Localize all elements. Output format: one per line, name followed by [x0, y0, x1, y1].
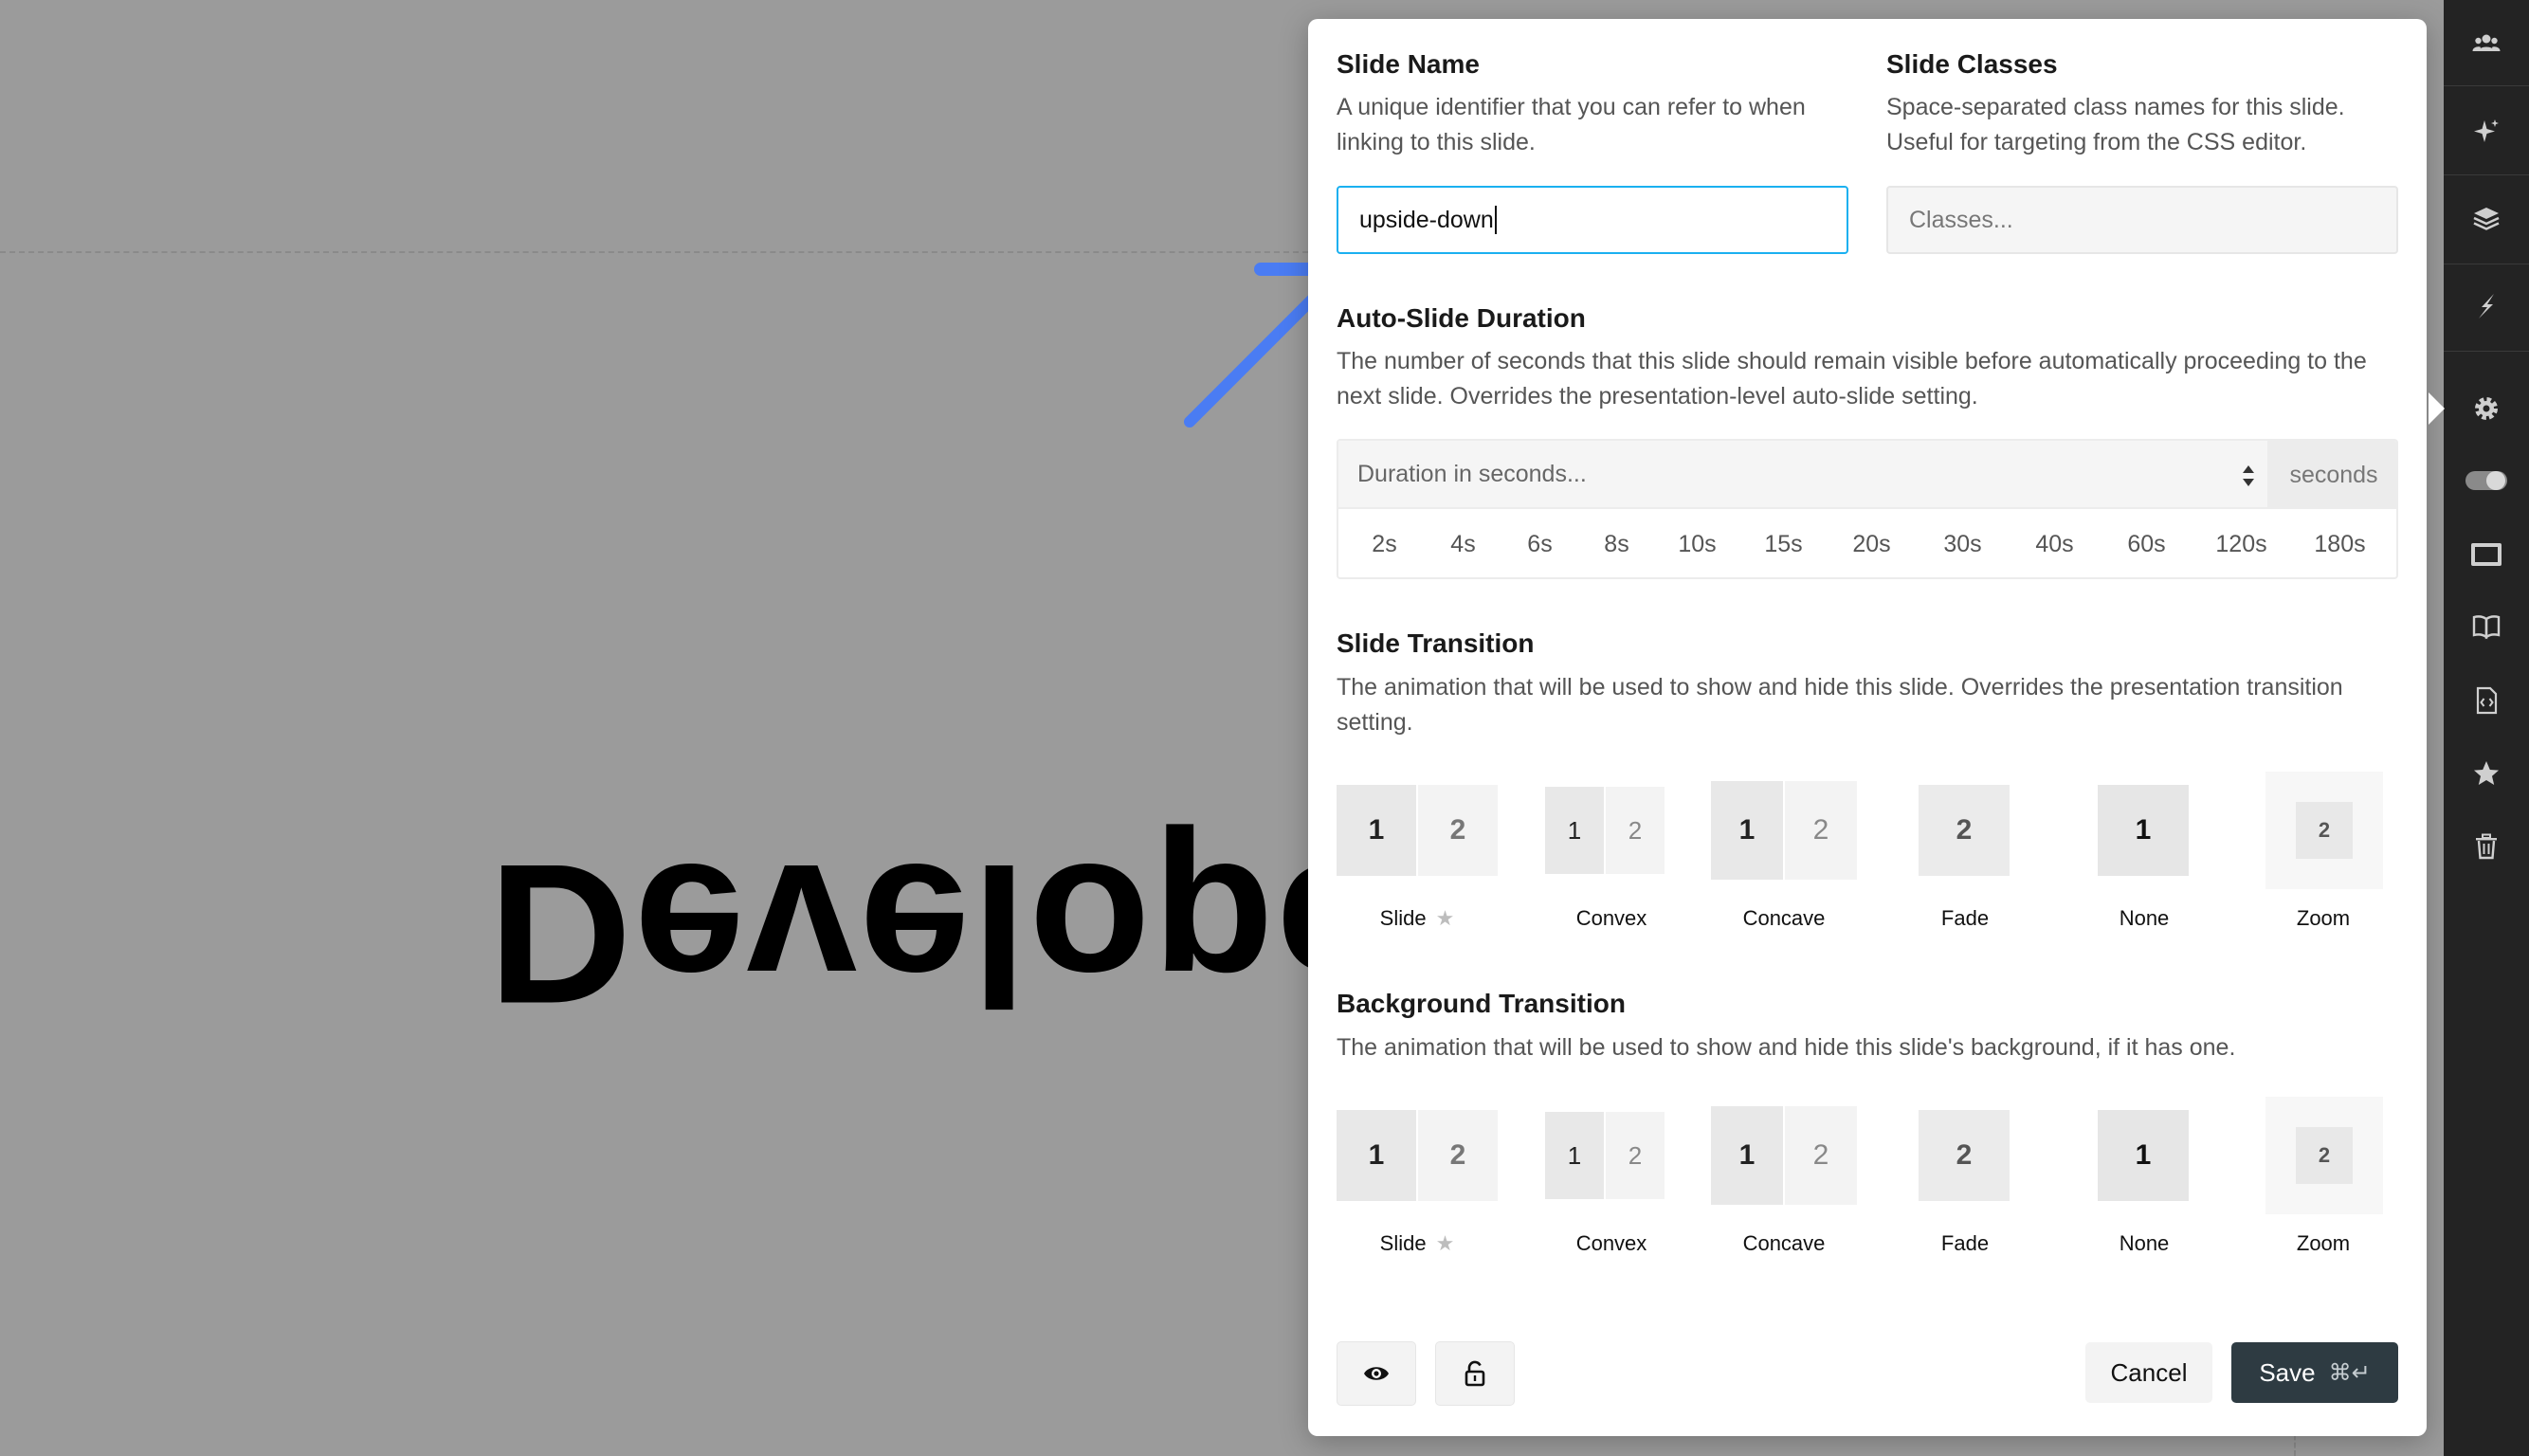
tile-pane-1: 1: [1711, 781, 1783, 880]
slide-transition-description: The animation that will be used to show …: [1337, 674, 2343, 736]
save-button[interactable]: Save ⌘↵: [2231, 1342, 2398, 1403]
background-transition-option-zoom[interactable]: 2 Zoom: [2243, 1097, 2404, 1271]
star-icon[interactable]: [2444, 744, 2529, 803]
tile-pane-2: 2: [1418, 1110, 1498, 1201]
option-label: Convex: [1575, 906, 1647, 930]
option-label: Concave: [1742, 906, 1826, 930]
option-label: Slide ★: [1379, 906, 1455, 930]
tile-pane-1: 1: [2098, 785, 2189, 876]
text-caret: [1494, 206, 1497, 234]
background-transition-option-concave[interactable]: 1 2 Concave: [1711, 1106, 1872, 1271]
tile-pane-1: 1: [1711, 1106, 1783, 1205]
trash-icon[interactable]: [2444, 817, 2529, 876]
layers-icon[interactable]: [2444, 190, 2529, 248]
cancel-button[interactable]: Cancel: [2085, 1342, 2212, 1403]
preset-15s[interactable]: 15s: [1738, 509, 1829, 577]
option-label: Concave: [1742, 1231, 1826, 1255]
background-transition-option-slide[interactable]: 1 2 Slide ★: [1337, 1110, 1498, 1271]
tile-pane-1: 1: [1337, 785, 1416, 876]
slide-transition-option-zoom[interactable]: 2 Zoom: [2243, 772, 2404, 946]
auto-slide-description: The number of seconds that this slide sh…: [1337, 348, 2367, 410]
preset-20s[interactable]: 20s: [1826, 509, 1918, 577]
slide-name-description: A unique identifier that you can refer t…: [1337, 94, 1806, 155]
slide-transition-option-concave[interactable]: 1 2 Concave: [1711, 781, 1872, 946]
slide-classes-description: Space-separated class names for this sli…: [1886, 94, 2345, 155]
background-transition-option-none[interactable]: 1 None: [2064, 1110, 2225, 1271]
tile-pane-2: 2: [1606, 787, 1665, 874]
option-label: Slide ★: [1379, 1231, 1455, 1255]
active-panel-pointer: [2429, 392, 2445, 425]
duration-unit: seconds: [2267, 441, 2396, 509]
unlock-icon: [1465, 1360, 1485, 1387]
preset-180s[interactable]: 180s: [2294, 509, 2386, 577]
save-button-label: Save: [2259, 1357, 2316, 1387]
code-file-icon[interactable]: [2444, 671, 2529, 730]
option-label: None: [2119, 1231, 2170, 1255]
slide-transition-heading: Slide Transition: [1337, 628, 1535, 658]
background-transition-description: The animation that will be used to show …: [1337, 1034, 2236, 1061]
option-label: None: [2119, 906, 2170, 930]
lock-button[interactable]: [1435, 1341, 1515, 1406]
slide-transition-option-none[interactable]: 1 None: [2064, 785, 2225, 946]
option-label: Convex: [1575, 1231, 1647, 1255]
duration-control: Duration in seconds... seconds 2s 4s 6s …: [1337, 439, 2398, 579]
slide-transition-option-fade[interactable]: 2 Fade: [1884, 785, 2046, 946]
option-label: Zoom: [2296, 906, 2351, 930]
slide-canvas: Developer M: [0, 0, 1693, 1456]
preset-40s[interactable]: 40s: [2009, 509, 2101, 577]
eye-icon: [1364, 1367, 1389, 1380]
save-shortcut: ⌘↵: [2328, 1359, 2371, 1386]
right-sidebar: [2444, 0, 2529, 1456]
slide-classes-placeholder: Classes...: [1909, 206, 2013, 233]
preset-120s[interactable]: 120s: [2195, 509, 2287, 577]
duration-presets: 2s 4s 6s 8s 10s 15s 20s 30s 40s 60s 120s…: [1338, 509, 2396, 577]
users-icon[interactable]: [2444, 14, 2529, 73]
default-star-icon: ★: [1435, 906, 1455, 930]
book-icon[interactable]: [2444, 597, 2529, 656]
gear-icon[interactable]: [2444, 379, 2529, 438]
background-transition-heading: Background Transition: [1337, 989, 1626, 1018]
option-label: Zoom: [2296, 1231, 2351, 1255]
tile-pane-2: 2: [1919, 1110, 2010, 1201]
option-label: Fade: [1940, 906, 1990, 930]
guide-line: [0, 251, 1308, 253]
background-transition-option-convex[interactable]: 1 2 Convex: [1531, 1110, 1692, 1271]
slide-name-heading: Slide Name: [1337, 49, 1480, 79]
duration-placeholder: Duration in seconds...: [1357, 460, 1587, 487]
tile-pane-1: 1: [1545, 787, 1604, 874]
slide-frame-icon[interactable]: [2444, 525, 2529, 584]
slide-settings-dialog: Slide Name A unique identifier that you …: [1308, 19, 2427, 1436]
tile-pane-1: 1: [1337, 1110, 1416, 1201]
tile-pane-1: 1: [1545, 1112, 1604, 1199]
tile-pane-1: 1: [2098, 1110, 2189, 1201]
tile-pane-2: 2: [1785, 781, 1857, 880]
spinner-icon[interactable]: [2241, 462, 2256, 490]
slide-transition-option-slide[interactable]: 1 2 Slide ★: [1337, 785, 1498, 946]
preset-60s[interactable]: 60s: [2101, 509, 2192, 577]
option-label: Fade: [1940, 1231, 1990, 1255]
background-transition-option-fade[interactable]: 2 Fade: [1884, 1110, 2046, 1271]
slide-classes-heading: Slide Classes: [1886, 49, 2058, 79]
toggle-icon[interactable]: [2444, 451, 2529, 510]
tile-pane-2: 2: [1418, 785, 1498, 876]
slide-name-input[interactable]: upside-down: [1337, 186, 1848, 254]
tile-pane-2: 2: [1606, 1112, 1665, 1199]
slide-classes-input[interactable]: Classes...: [1886, 186, 2398, 254]
preview-button[interactable]: [1337, 1341, 1416, 1406]
tile-pane-2: 2: [2296, 1127, 2353, 1184]
tile-pane-2: 2: [2296, 802, 2353, 859]
tile-pane-2: 2: [1919, 785, 2010, 876]
slide-name-value: upside-down: [1359, 206, 1494, 233]
preset-10s[interactable]: 10s: [1651, 509, 1743, 577]
duration-input[interactable]: Duration in seconds...: [1338, 441, 2267, 509]
preset-30s[interactable]: 30s: [1917, 509, 2009, 577]
tile-pane-2: 2: [1785, 1106, 1857, 1205]
lightning-icon[interactable]: [2444, 277, 2529, 336]
auto-slide-heading: Auto-Slide Duration: [1337, 303, 1586, 333]
slide-transition-option-convex[interactable]: 1 2 Convex: [1531, 785, 1692, 946]
sparkle-icon[interactable]: [2444, 102, 2529, 161]
preset-8s[interactable]: 8s: [1571, 509, 1663, 577]
default-star-icon: ★: [1435, 1231, 1455, 1255]
